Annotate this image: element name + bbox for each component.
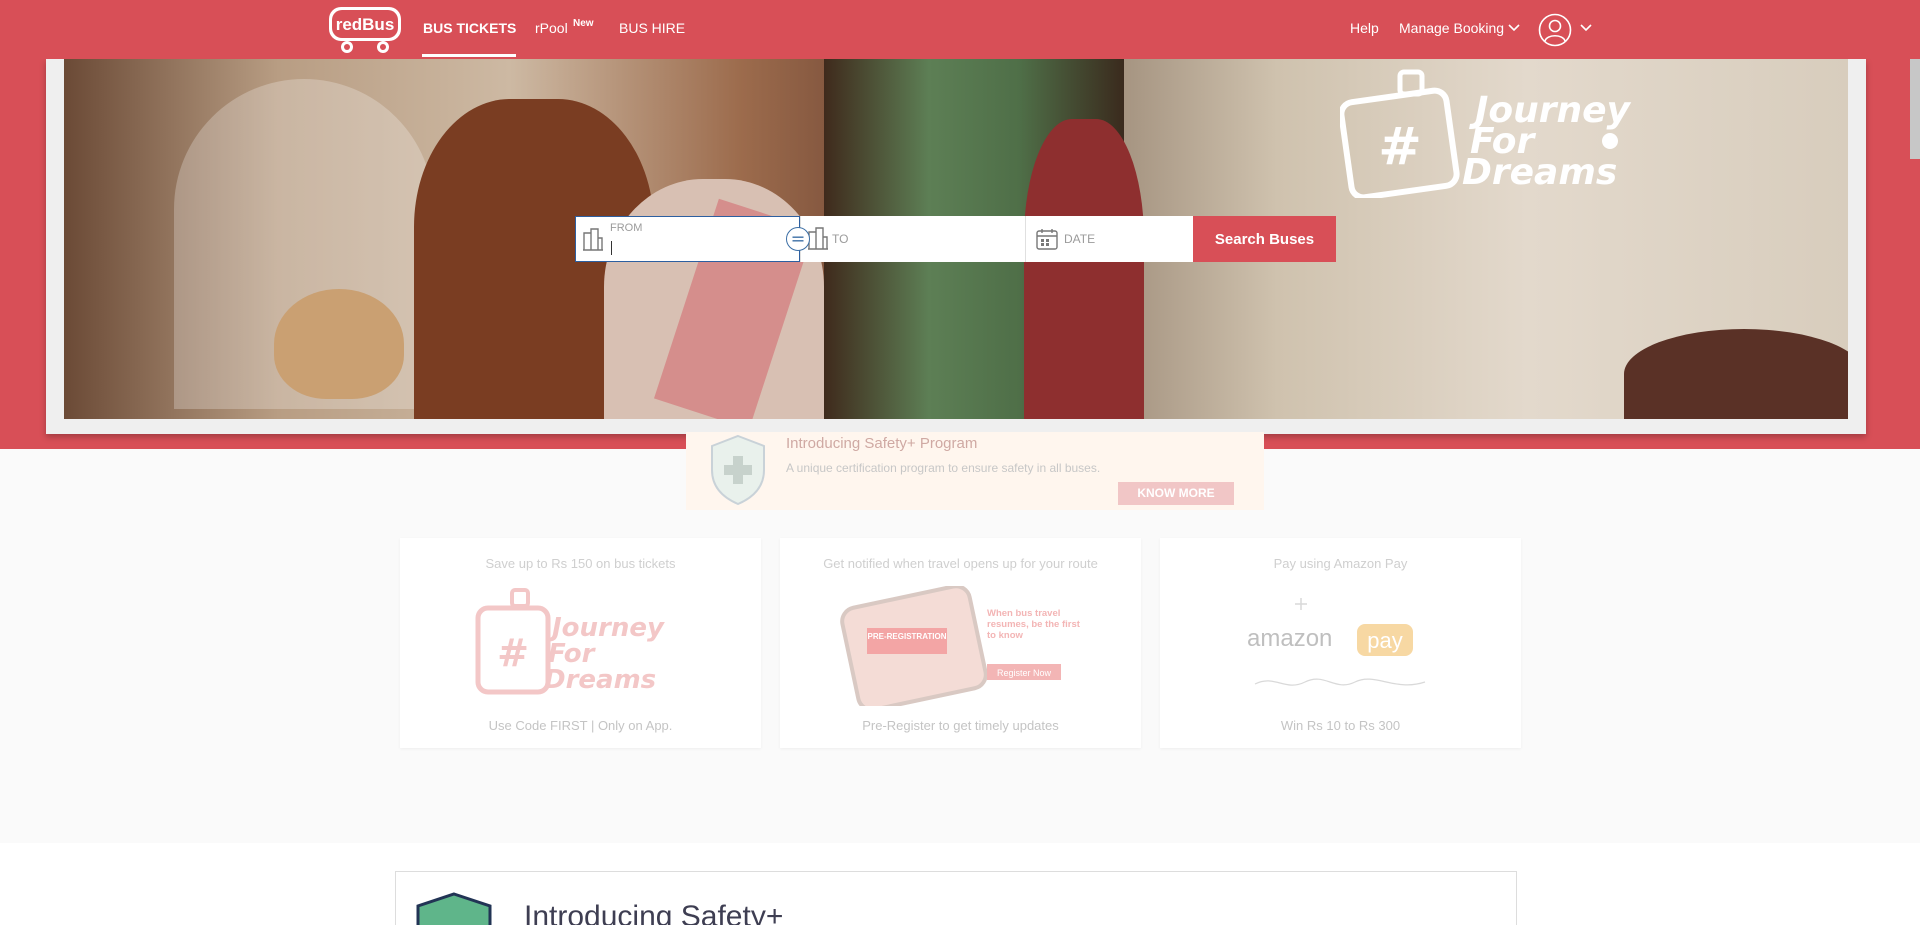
shield-icon [711,434,765,506]
safety-description: A unique certification program to ensure… [786,461,1101,475]
to-label: TO [832,232,849,246]
register-now-button: Register Now [997,668,1052,678]
date-field[interactable]: DATE [1025,216,1193,262]
safety-banner: Introducing Safety+ Program A unique cer… [686,432,1264,510]
chevron-down-icon[interactable] [1508,24,1520,32]
chevron-down-icon[interactable] [1580,24,1592,32]
offer-card[interactable]: Pay using Amazon Pay amazon pay Win Rs 1… [1160,538,1521,748]
journey-for-dreams-logo: # Journey For Dreams [1340,69,1632,198]
hero-traveller [1024,119,1144,419]
city-icon [583,228,603,251]
pay-text: pay [1367,628,1402,653]
nav-bus-tickets[interactable]: BUS TICKETS [423,20,516,36]
pre-registration-badge: PRE-REGISTRATION [868,632,947,641]
hero-vase [274,289,404,399]
text-caret [611,241,612,255]
nav-active-underline [422,54,516,57]
offer-card[interactable]: Save up to Rs 150 on bus tickets # Journ… [400,538,761,748]
safety-plus-section: Introducing Safety+ [395,871,1517,925]
offer-card[interactable]: Get notified when travel opens up for yo… [780,538,1141,748]
from-label: FROM [610,222,643,234]
journey-for-dreams-logo: # Journey For Dreams [475,588,665,695]
offer-logo-line-3: Dreams [544,665,656,695]
shield-icon [416,892,492,925]
offer-title: Get notified when travel opens up for yo… [823,556,1098,571]
banner-line-3: Dreams [1462,152,1617,193]
phone-illustration: PRE-REGISTRATION When bus travel resumes… [840,586,1080,706]
offer-footer: Pre-Register to get timely updates [862,718,1059,733]
promo-text: When bus travel resumes, be the first to… [987,608,1080,641]
city-icon [808,227,828,250]
scrollbar[interactable] [1910,59,1920,159]
hashtag-text: # [497,631,529,675]
calendar-icon [1036,229,1058,250]
new-badge: New [573,18,594,29]
nav-rpool[interactable]: rPool [535,20,568,36]
date-label: DATE [1064,232,1096,246]
hero-carving [1624,329,1848,419]
user-avatar-icon[interactable] [1538,13,1572,47]
from-field[interactable]: FROM [575,216,800,262]
redbus-logo[interactable]: redBus [327,5,403,55]
amazon-text: amazon [1247,625,1332,652]
top-nav: redBus BUS TICKETS rPool New BUS HIRE He… [0,0,1920,59]
know-more-button[interactable]: KNOW MORE [1118,482,1234,505]
offer-title: Save up to Rs 150 on bus tickets [485,556,676,571]
help-link[interactable]: Help [1350,20,1379,36]
offer-footer: Win Rs 10 to Rs 300 [1280,718,1401,733]
safety-plus-title: Introducing Safety+ [524,900,784,925]
search-buses-button[interactable]: Search Buses [1193,216,1336,262]
manage-booking-link[interactable]: Manage Booking [1399,20,1504,36]
amazon-pay-logo: amazon pay [1247,598,1426,686]
hashtag-text: # [1378,117,1422,177]
nav-bus-hire[interactable]: BUS HIRE [619,20,685,36]
swap-icon[interactable] [786,227,810,251]
safety-title: Introducing Safety+ Program [786,435,978,452]
logo-text: redBus [336,15,395,34]
offer-footer: Use Code FIRST | Only on App. [488,718,673,733]
to-field[interactable]: TO [800,216,1025,262]
offer-title: Pay using Amazon Pay [1273,556,1408,571]
